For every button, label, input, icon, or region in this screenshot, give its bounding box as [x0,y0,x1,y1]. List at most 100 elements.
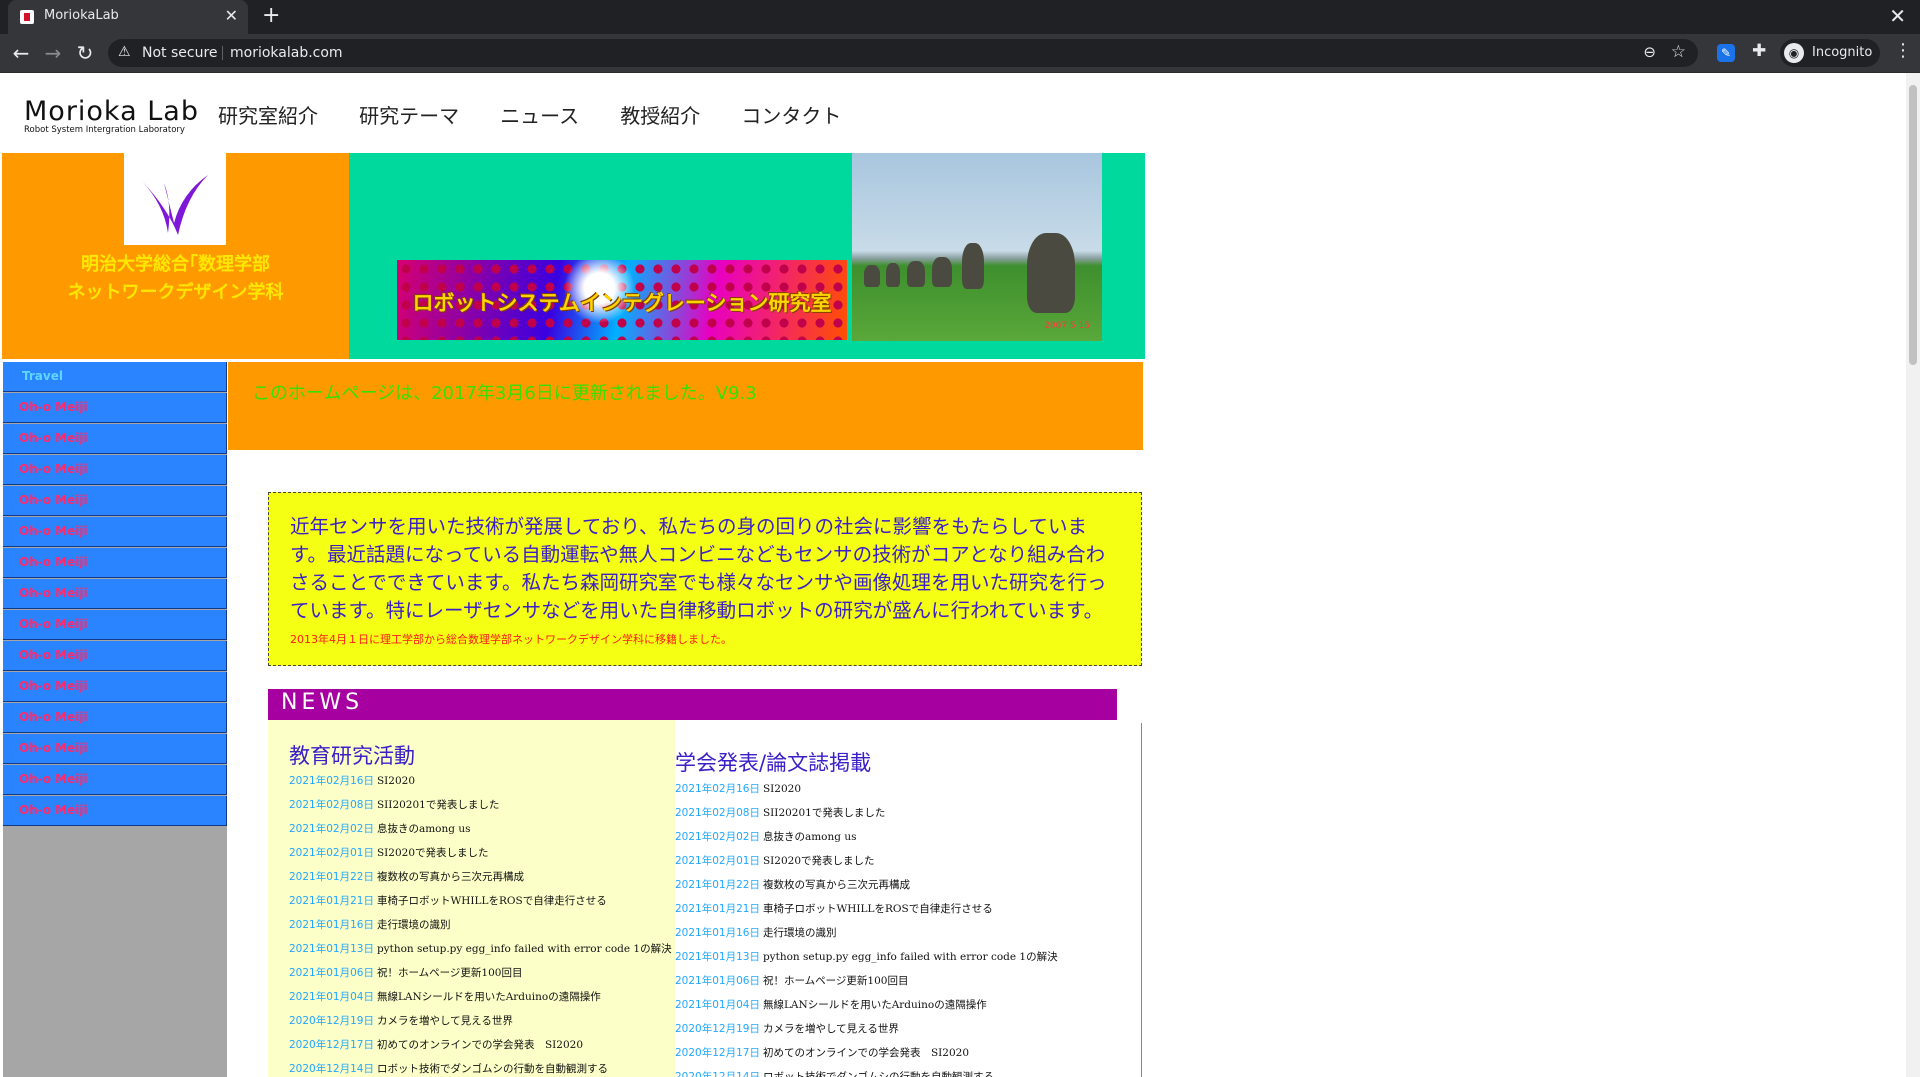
news-title-link[interactable]: 祝！ホームページ更新100回目 [763,975,909,987]
news-item[interactable]: 2021年01月16日 走行環境の識別 [675,925,836,940]
news-title-link[interactable]: SI2020 [763,783,801,795]
url-text[interactable]: moriokalab.com [230,45,343,61]
sidebar-item[interactable]: Oh-o Meiji [3,579,227,609]
sidebar-item[interactable]: Oh-o Meiji [3,424,227,454]
news-item[interactable]: 2021年01月04日 無線LANシールドを用いたArduinoの遠隔操作 [675,997,987,1012]
news-item[interactable]: 2021年02月01日 SI2020で発表しました [675,853,875,868]
sidebar-item[interactable]: Oh-o Meiji [3,610,227,640]
sidebar-item-travel[interactable]: Travel [3,362,227,392]
news-title-link[interactable]: SII20201で発表しました [377,799,499,811]
window-close-icon[interactable]: ✕ [1889,4,1906,28]
reload-icon[interactable]: ↻ [72,40,98,66]
news-item[interactable]: 2021年01月13日 python setup.py egg_info fail… [289,941,672,956]
incognito-indicator[interactable]: ◉ Incognito [1780,39,1880,67]
news-date: 2021年01月22日 [675,879,760,891]
news-title-link[interactable]: SI2020で発表しました [763,855,875,867]
news-title-link[interactable]: SII20201で発表しました [763,807,885,819]
site-logo[interactable]: Morioka Lab Robot System Intergration La… [24,96,199,135]
news-title-link[interactable]: ロボット技術でダンゴムシの行動を自動観測する [763,1071,994,1077]
puzzle-extensions-icon[interactable]: ✚ [1752,41,1766,61]
news-title-link[interactable]: 車椅子ロボットWHILLをROSで自律走行させる [377,895,607,907]
sidebar-item[interactable]: Oh-o Meiji [3,765,227,795]
warning-icon[interactable]: ⚠ [118,44,131,60]
news-item[interactable]: 2021年02月08日 SII20201で発表しました [289,797,499,812]
lab-title: ロボットシステムインテグレーション研究室 [412,291,832,315]
nav-lab-intro[interactable]: 研究室紹介 [218,100,318,129]
nav-research-themes[interactable]: 研究テーマ [359,100,459,129]
news-item[interactable]: 2021年02月02日 息抜きのamong us [675,829,856,844]
news-item[interactable]: 2021年01月06日 祝！ホームページ更新100回目 [289,965,522,980]
news-item[interactable]: 2020年12月19日 カメラを増やして見える世界 [289,1013,513,1028]
back-arrow-icon[interactable]: ← [8,40,34,66]
top-navigation: 研究室紹介 研究テーマ ニュース 教授紹介 コンタクト [218,100,877,129]
news-title-link[interactable]: 初めてのオンラインでの学会発表 SI2020 [377,1039,583,1051]
nav-news[interactable]: ニュース [500,100,579,129]
nav-contact[interactable]: コンタクト [741,100,841,129]
news-item[interactable]: 2021年01月22日 複数枚の写真から三次元再構成 [675,877,910,892]
scrollbar-thumb[interactable] [1909,85,1917,365]
news-item[interactable]: 2021年01月16日 走行環境の識別 [289,917,450,932]
news-item[interactable]: 2021年02月01日 SI2020で発表しました [289,845,489,860]
stone-shape [932,257,952,287]
news-date: 2020年12月17日 [289,1039,374,1051]
news-title-link[interactable]: 無線LANシールドを用いたArduinoの遠隔操作 [377,991,601,1003]
sidebar-item[interactable]: Oh-o Meiji [3,455,227,485]
news-title-link[interactable]: SI2020で発表しました [377,847,489,859]
sidebar-item[interactable]: Oh-o Meiji [3,486,227,516]
news-title-link[interactable]: 息抜きのamong us [377,823,471,835]
news-item[interactable]: 2021年01月22日 複数枚の写真から三次元再構成 [289,869,524,884]
browser-tab[interactable]: MoriokaLab ✕ [8,0,248,34]
kebab-menu-icon[interactable]: ⋮ [1894,40,1912,61]
news-item[interactable]: 2020年12月17日 初めてのオンラインでの学会発表 SI2020 [675,1045,969,1060]
sidebar-item[interactable]: Oh-o Meiji [3,517,227,547]
news-title-link[interactable]: 複数枚の写真から三次元再構成 [377,871,524,883]
news-title-link[interactable]: ロボット技術でダンゴムシの行動を自動観測する [377,1063,608,1075]
news-title-link[interactable]: python setup.py egg_info failed with err… [377,943,672,955]
news-item[interactable]: 2020年12月14日 ロボット技術でダンゴムシの行動を自動観測する [289,1061,608,1076]
news-title-link[interactable]: SI2020 [377,775,415,787]
news-title-link[interactable]: カメラを増やして見える世界 [377,1015,513,1027]
news-item[interactable]: 2021年01月13日 python setup.py egg_info fail… [675,949,1058,964]
news-title-link[interactable]: 初めてのオンラインでの学会発表 SI2020 [763,1047,969,1059]
forward-arrow-icon[interactable]: → [40,40,66,66]
news-title-link[interactable]: 複数枚の写真から三次元再構成 [763,879,910,891]
sidebar-item[interactable]: Oh-o Meiji [3,641,227,671]
news-title-link[interactable]: 息抜きのamong us [763,831,857,843]
news-item[interactable]: 2020年12月17日 初めてのオンラインでの学会発表 SI2020 [289,1037,583,1052]
tab-close-icon[interactable]: ✕ [225,6,238,25]
page-scrollbar[interactable] [1906,73,1920,1077]
news-title-link[interactable]: python setup.py egg_info failed with err… [763,951,1058,963]
address-bar[interactable]: ⚠ Not secure moriokalab.com ⊖ ☆ [108,39,1698,67]
meiji-emblem-logo [124,153,226,245]
news-title-link[interactable]: カメラを増やして見える世界 [763,1023,899,1035]
sidebar-item[interactable]: Oh-o Meiji [3,548,227,578]
sidebar-item[interactable]: Oh-o Meiji [3,672,227,702]
news-item[interactable]: 2021年02月16日 SI2020 [289,773,415,788]
news-item[interactable]: 2021年02月02日 息抜きのamong us [289,821,470,836]
zoom-icon[interactable]: ⊖ [1643,43,1656,61]
news-title-link[interactable]: 走行環境の識別 [763,927,837,939]
news-item[interactable]: 2021年02月08日 SII20201で発表しました [675,805,885,820]
extension-icon[interactable]: ✎ [1717,44,1735,62]
sidebar-item[interactable]: Oh-o Meiji [3,796,227,826]
news-title-link[interactable]: 走行環境の識別 [377,919,451,931]
new-tab-button[interactable]: + [262,3,280,28]
security-status[interactable]: Not secure [142,45,218,61]
stone-shape [962,243,984,289]
news-title-link[interactable]: 祝！ホームページ更新100回目 [377,967,523,979]
news-item[interactable]: 2021年01月21日 車椅子ロボットWHILLをROSで自律走行させる [289,893,607,908]
news-title-link[interactable]: 無線LANシールドを用いたArduinoの遠隔操作 [763,999,987,1011]
news-item[interactable]: 2021年01月06日 祝！ホームページ更新100回目 [675,973,908,988]
news-item[interactable]: 2021年02月16日 SI2020 [675,781,801,796]
news-item[interactable]: 2020年12月14日 ロボット技術でダンゴムシの行動を自動観測する [675,1069,994,1077]
news-title-link[interactable]: 車椅子ロボットWHILLをROSで自律走行させる [763,903,993,915]
news-item[interactable]: 2020年12月19日 カメラを増やして見える世界 [675,1021,899,1036]
sidebar-item[interactable]: Oh-o Meiji [3,734,227,764]
nav-professor[interactable]: 教授紹介 [620,100,700,129]
sidebar-item[interactable]: Oh-o Meiji [3,703,227,733]
sidebar-item[interactable]: Oh-o Meiji [3,393,227,423]
news-item[interactable]: 2021年01月21日 車椅子ロボットWHILLをROSで自律走行させる [675,901,993,916]
bookmark-star-icon[interactable]: ☆ [1671,42,1686,62]
news-date: 2021年01月13日 [289,943,374,955]
news-item[interactable]: 2021年01月04日 無線LANシールドを用いたArduinoの遠隔操作 [289,989,601,1004]
